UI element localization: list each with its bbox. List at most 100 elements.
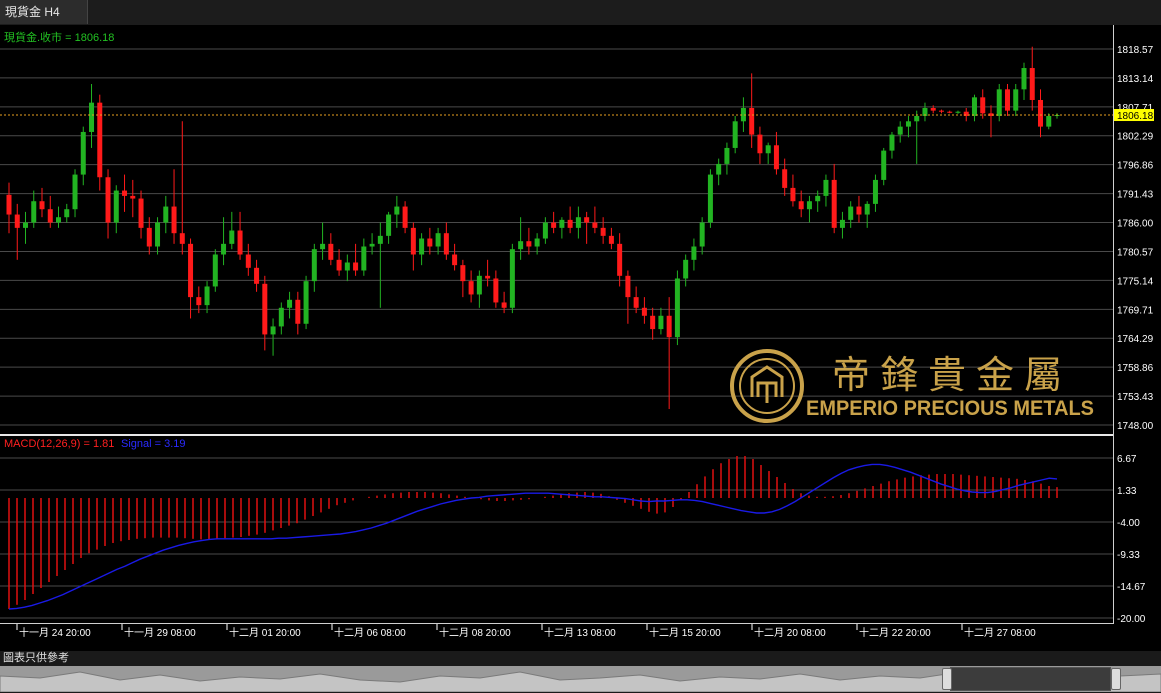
candle-body (716, 163, 722, 175)
price-tick-label: 1764.29 (1117, 334, 1154, 345)
candle-body (757, 134, 763, 154)
candle-body (773, 145, 779, 170)
candle-body (617, 243, 623, 276)
candle-body (97, 102, 103, 178)
candle-body (130, 195, 136, 199)
candle-body (798, 201, 804, 210)
candle-body (641, 307, 647, 316)
candle-body (633, 297, 639, 308)
candle-body (732, 121, 738, 148)
candle-body (179, 233, 185, 244)
macd-tick-label: 6.67 (1117, 454, 1137, 465)
candle-body (501, 302, 507, 308)
candle-body (823, 179, 829, 196)
candle-body (23, 222, 29, 228)
candle-body (790, 187, 796, 202)
candle-body (105, 177, 111, 223)
candle-body (980, 97, 986, 114)
candle-body (600, 227, 606, 236)
candle-body (674, 278, 680, 338)
candle-body (485, 275, 491, 279)
candle-body (270, 326, 276, 335)
grid (0, 48, 1113, 619)
candle-body (1037, 99, 1043, 127)
macd-tick-label: -20.00 (1117, 614, 1146, 625)
candle-body (839, 219, 845, 228)
watermark-chinese-name: 帝鋒貴金屬 (832, 353, 1072, 397)
candle-body (782, 169, 788, 188)
watermark-logo-mark (750, 365, 784, 403)
candle-body (80, 131, 86, 175)
candle-body (930, 107, 936, 111)
time-tick-label: 十二月 15 20:00 (649, 626, 721, 639)
candle-body (155, 222, 161, 247)
candle-body (344, 262, 350, 271)
candle-body (320, 243, 326, 250)
candle-body (567, 219, 573, 228)
candle-body (361, 246, 367, 271)
candle-body (493, 278, 499, 303)
candle-body (848, 206, 854, 220)
candle-body (905, 121, 911, 127)
time-tick-label: 十二月 20 08:00 (754, 626, 826, 639)
macd-tick-label: -14.67 (1117, 582, 1146, 593)
candle-body (460, 265, 466, 282)
candle-body (435, 233, 441, 247)
candle-body (542, 222, 548, 239)
candle-body (518, 241, 524, 250)
candle-body (452, 254, 458, 266)
macd-legend: MACD(12,26,9) = 1.81 (4, 438, 114, 450)
price-tick-label: 1748.00 (1117, 421, 1154, 432)
candle-body (551, 222, 557, 228)
chart-area[interactable]: 帝鋒貴金屬 EMPERIO PRECIOUS METALS 1818.57 181… (0, 25, 1161, 651)
candle-body (443, 233, 449, 255)
candle-body (113, 190, 119, 223)
candle-body (765, 145, 771, 154)
scrollbar-left-handle[interactable] (942, 668, 952, 690)
scrollbar-right-handle[interactable] (1111, 668, 1121, 690)
candle-body (138, 198, 144, 228)
candle-body (864, 203, 870, 215)
candle-body (72, 174, 78, 210)
watermark: 帝鋒貴金屬 EMPERIO PRECIOUS METALS (730, 349, 1094, 423)
bottom-bar: 圖表只供參考 (0, 651, 1161, 693)
candle-body (229, 230, 235, 244)
candle-body (394, 206, 400, 215)
candle-body (592, 222, 598, 228)
candle-body (509, 249, 515, 308)
candle-body (526, 241, 532, 247)
candle-body (64, 209, 70, 218)
candle-body (1013, 89, 1019, 111)
candle-body (534, 238, 540, 247)
candle-body (89, 102, 95, 132)
candle-body (254, 267, 260, 284)
candle-body (303, 281, 309, 324)
panel-separator[interactable] (0, 434, 1114, 436)
chart-tab[interactable]: 現貨金 H4 (0, 0, 88, 24)
candle-body (386, 214, 392, 236)
price-axis: 1818.571813.141807.711802.291796.861791.… (1117, 45, 1154, 625)
macd-tick-label: -9.33 (1117, 550, 1140, 561)
candle-body (369, 243, 375, 247)
candle-body (427, 238, 433, 247)
candle-body (947, 111, 953, 113)
candle-body (707, 174, 713, 223)
watermark-english-name: EMPERIO PRECIOUS METALS (806, 397, 1094, 420)
candle-body (188, 243, 194, 298)
macd-tick-label: 1.33 (1117, 486, 1137, 497)
scrollbar-thumb[interactable] (950, 667, 1111, 691)
candle-body (311, 249, 317, 282)
candle-body (897, 126, 903, 135)
chart-svg: 帝鋒貴金屬 EMPERIO PRECIOUS METALS 1818.57 181… (0, 25, 1154, 639)
candle-body (204, 286, 210, 306)
candle-body (1046, 115, 1052, 127)
candle-body (881, 150, 887, 180)
time-tick-label: 十二月 01 20:00 (229, 626, 301, 639)
price-tick-label: 1786.00 (1117, 219, 1154, 230)
candle-body (377, 235, 383, 244)
candle-body (650, 315, 656, 330)
candle-body (724, 147, 730, 164)
candle-body (47, 209, 53, 223)
candle-body (955, 111, 961, 113)
time-tick-label: 十二月 22 20:00 (859, 626, 931, 639)
